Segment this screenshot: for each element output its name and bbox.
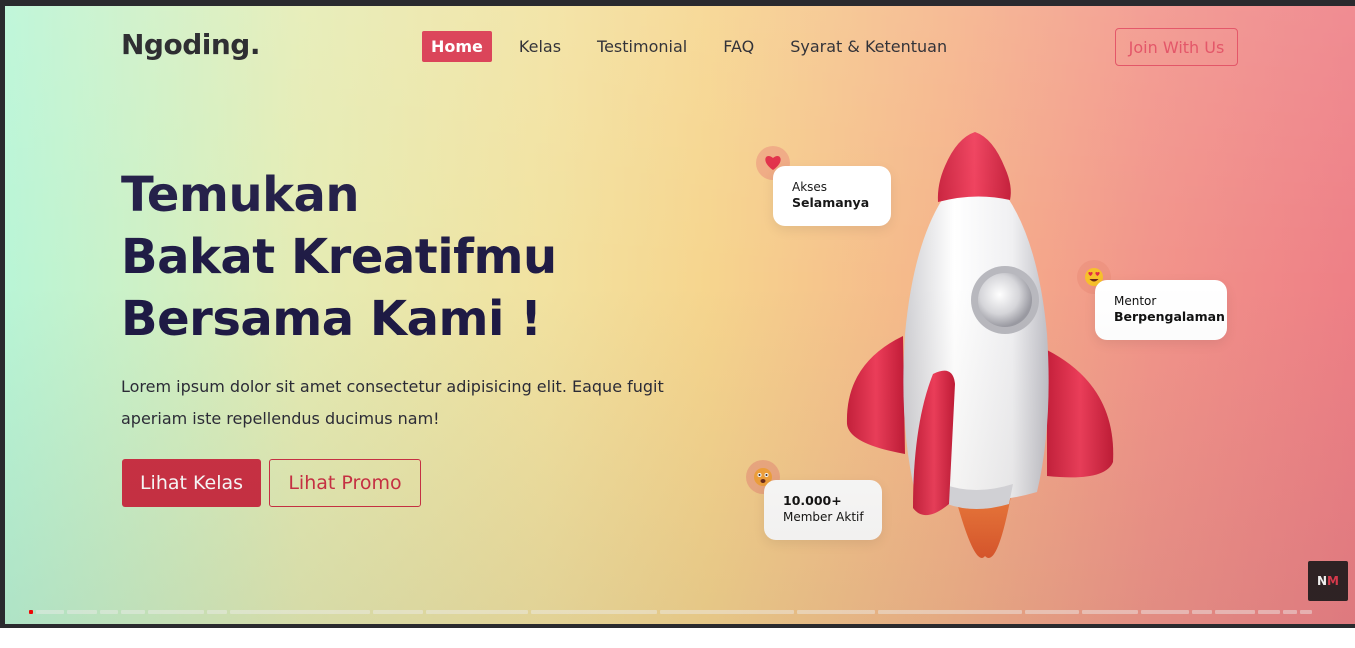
progress-segment bbox=[1258, 610, 1280, 614]
watermark-letter-m: M bbox=[1327, 574, 1339, 588]
lihat-kelas-button[interactable]: Lihat Kelas bbox=[122, 459, 261, 507]
badge-member-aktif: 10.000+ Member Aktif bbox=[764, 480, 882, 540]
progress-segment bbox=[100, 610, 118, 614]
badge-1-line-2: Selamanya bbox=[792, 195, 870, 210]
main-nav: Home Kelas Testimonial FAQ Syarat & Kete… bbox=[422, 30, 974, 63]
site-logo[interactable]: Ngoding. bbox=[121, 28, 260, 61]
join-button[interactable]: Join With Us bbox=[1115, 28, 1238, 66]
progress-segment bbox=[36, 610, 64, 614]
nav-item-home[interactable]: Home bbox=[422, 31, 492, 62]
progress-segment bbox=[373, 610, 423, 614]
nav-item-syarat-ketentuan[interactable]: Syarat & Ketentuan bbox=[781, 31, 956, 62]
nav-item-faq[interactable]: FAQ bbox=[714, 31, 763, 62]
progress-segment bbox=[230, 610, 370, 614]
progress-segment bbox=[1025, 610, 1079, 614]
hero-title-line-2: Bakat Kreatifmu bbox=[121, 229, 557, 285]
progress-segment bbox=[660, 610, 794, 614]
video-progress-bar[interactable] bbox=[29, 610, 1347, 615]
hero-title-line-1: Temukan bbox=[121, 167, 360, 223]
nav-item-kelas[interactable]: Kelas bbox=[510, 31, 570, 62]
badge-1-line-1: Akses bbox=[792, 180, 828, 194]
badge-3-line-2: Member Aktif bbox=[783, 510, 864, 524]
hero-title: Temukan Bakat Kreatifmu Bersama Kami ! bbox=[121, 164, 681, 350]
lihat-promo-button[interactable]: Lihat Promo bbox=[269, 459, 421, 507]
channel-watermark[interactable]: NM bbox=[1308, 561, 1348, 601]
badge-2-line-2: Berpengalaman bbox=[1114, 309, 1225, 324]
progress-segment bbox=[121, 610, 145, 614]
nav-item-testimonial[interactable]: Testimonial bbox=[588, 31, 696, 62]
progress-segment bbox=[797, 610, 875, 614]
progress-segment bbox=[1283, 610, 1297, 614]
progress-segment bbox=[1300, 610, 1312, 614]
progress-segment bbox=[67, 610, 97, 614]
landing-page: Ngoding. Home Kelas Testimonial FAQ Syar… bbox=[5, 6, 1355, 624]
progress-segment bbox=[148, 610, 204, 614]
watermark-letter-n: N bbox=[1317, 574, 1328, 588]
progress-segment bbox=[1192, 610, 1212, 614]
progress-segment bbox=[1082, 610, 1138, 614]
hero-description: Lorem ipsum dolor sit amet consectetur a… bbox=[121, 377, 664, 428]
progress-segment bbox=[426, 610, 528, 614]
badge-mentor-berpengalaman: Mentor Berpengalaman bbox=[1095, 280, 1227, 340]
progress-played bbox=[29, 610, 33, 614]
badge-akses-selamanya: Akses Selamanya bbox=[773, 166, 891, 226]
progress-segment bbox=[1215, 610, 1255, 614]
badge-3-line-1: 10.000+ bbox=[783, 493, 842, 508]
progress-segment bbox=[207, 610, 227, 614]
progress-segment bbox=[878, 610, 1022, 614]
hero-title-line-3: Bersama Kami ! bbox=[121, 291, 542, 347]
progress-segment bbox=[1141, 610, 1189, 614]
badge-2-line-1: Mentor bbox=[1114, 294, 1157, 308]
progress-segment bbox=[531, 610, 657, 614]
